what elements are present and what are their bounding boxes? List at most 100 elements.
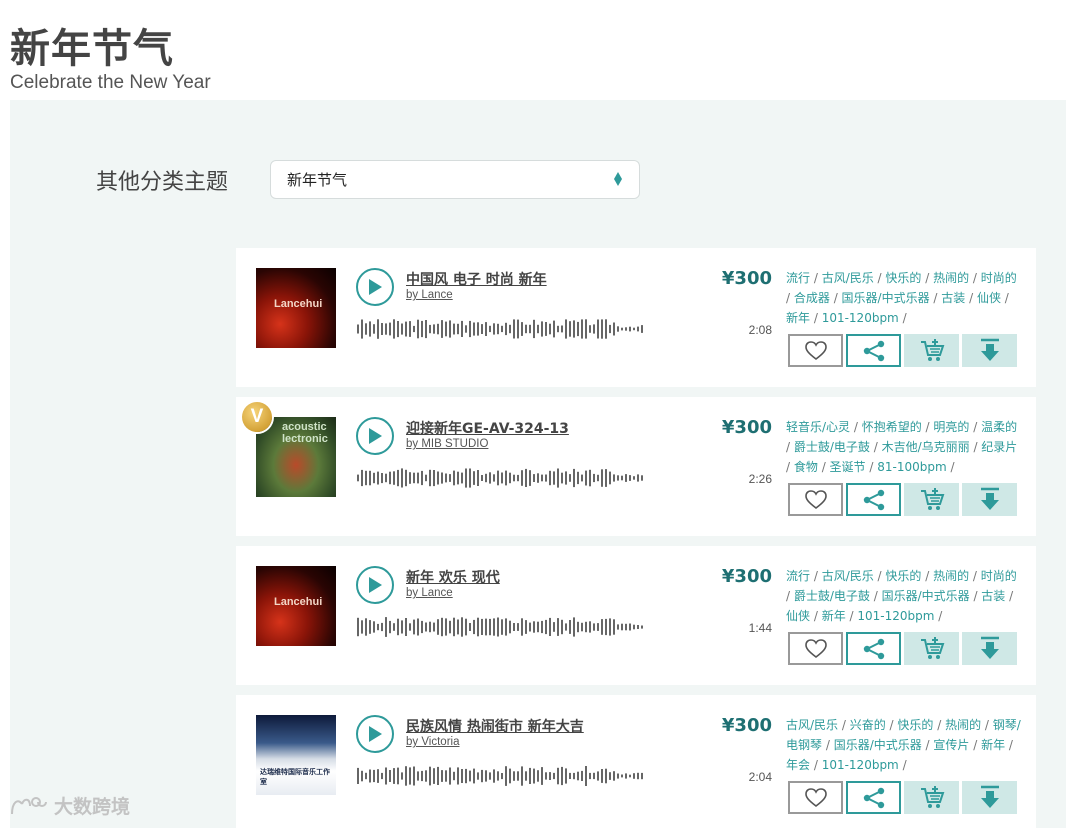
tag-link[interactable]: 热闹的 <box>945 718 981 732</box>
download-button[interactable] <box>962 781 1017 814</box>
tag-link[interactable]: 古装 <box>941 291 965 305</box>
tag-link[interactable]: 时尚的 <box>981 271 1017 285</box>
tag-link[interactable]: 81-100bpm <box>877 460 946 474</box>
favorite-button[interactable] <box>788 781 843 814</box>
track-title[interactable]: 民族风情 热闹街市 新年大吉 <box>406 716 584 736</box>
waveform-bar <box>561 325 563 333</box>
tag-link[interactable]: 仙侠 <box>977 291 1001 305</box>
tag-separator: / <box>786 589 794 603</box>
waveform-bar <box>377 623 379 631</box>
track-artist[interactable]: by Victoria <box>406 736 459 748</box>
waveform-bar <box>553 772 555 780</box>
add-to-cart-button[interactable] <box>904 483 959 516</box>
tag-link[interactable]: 木吉他/乌克丽丽 <box>882 440 970 454</box>
favorite-button[interactable] <box>788 483 843 516</box>
waveform-bar <box>417 472 419 484</box>
tag-link[interactable]: 快乐的 <box>885 271 921 285</box>
tag-link[interactable]: 兴奋的 <box>850 718 886 732</box>
waveform-bar <box>373 324 375 334</box>
share-button[interactable] <box>846 781 901 814</box>
tag-link[interactable]: 古风/民乐 <box>786 718 838 732</box>
tag-link[interactable]: 食物 <box>794 460 818 474</box>
play-button[interactable] <box>356 715 394 753</box>
track-title[interactable]: 中国风 电子 时尚 新年 <box>406 269 547 289</box>
waveform-bar <box>437 323 439 335</box>
tag-link[interactable]: 101-120bpm <box>822 311 899 325</box>
track-cover[interactable]: 达瑞维特国际音乐工作室 <box>256 715 336 795</box>
tag-link[interactable]: 轻音乐/心灵 <box>786 420 850 434</box>
waveform-bar <box>457 619 459 635</box>
tag-link[interactable]: 国乐器/中式乐器 <box>882 589 970 603</box>
favorite-button[interactable] <box>788 632 843 665</box>
tag-link[interactable]: 国乐器/中式乐器 <box>834 738 922 752</box>
share-button[interactable] <box>846 334 901 367</box>
tag-link[interactable]: 仙侠 <box>786 609 810 623</box>
add-to-cart-button[interactable] <box>904 781 959 814</box>
add-to-cart-button[interactable] <box>904 334 959 367</box>
category-select[interactable]: 新年节气 <box>270 160 640 199</box>
play-button[interactable] <box>356 417 394 455</box>
tag-link[interactable]: 热闹的 <box>933 569 969 583</box>
tag-separator: / <box>898 758 907 772</box>
track-artist[interactable]: by MIB STUDIO <box>406 438 488 450</box>
share-button[interactable] <box>846 632 901 665</box>
heart-icon <box>804 489 827 509</box>
waveform[interactable] <box>356 614 646 640</box>
waveform-bar <box>473 471 475 485</box>
waveform-bar <box>445 770 447 782</box>
tag-link[interactable]: 国乐器/中式乐器 <box>842 291 930 305</box>
tag-link[interactable]: 古风/民乐 <box>822 271 874 285</box>
tag-link[interactable]: 快乐的 <box>885 569 921 583</box>
play-icon <box>369 279 382 295</box>
track-artist[interactable]: by Lance <box>406 587 453 599</box>
tag-link[interactable]: 新年 <box>822 609 846 623</box>
waveform-bar <box>405 469 407 487</box>
track-cover[interactable]: acoustic lectronic <box>256 417 336 497</box>
waveform[interactable] <box>356 763 646 789</box>
tag-link[interactable]: 热闹的 <box>933 271 969 285</box>
share-button[interactable] <box>846 483 901 516</box>
tag-link[interactable]: 101-120bpm <box>857 609 934 623</box>
waveform-bar <box>417 771 419 781</box>
tag-link[interactable]: 流行 <box>786 569 810 583</box>
tag-link[interactable]: 爵士鼓/电子鼓 <box>794 440 870 454</box>
download-button[interactable] <box>962 334 1017 367</box>
play-button[interactable] <box>356 566 394 604</box>
track-artist[interactable]: by Lance <box>406 289 453 301</box>
add-to-cart-button[interactable] <box>904 632 959 665</box>
waveform[interactable] <box>356 465 646 491</box>
waveform-bar <box>581 770 583 781</box>
tag-link[interactable]: 合成器 <box>794 291 830 305</box>
tag-link[interactable]: 年会 <box>786 758 810 772</box>
tag-link[interactable]: 爵士鼓/电子鼓 <box>794 589 870 603</box>
tag-link[interactable]: 宣传片 <box>933 738 969 752</box>
track-title[interactable]: 新年 欢乐 现代 <box>406 567 500 587</box>
tag-link[interactable]: 怀抱希望的 <box>862 420 922 434</box>
tag-link[interactable]: 流行 <box>786 271 810 285</box>
download-button[interactable] <box>962 632 1017 665</box>
waveform[interactable] <box>356 316 646 342</box>
tag-link[interactable]: 明亮的 <box>933 420 969 434</box>
waveform-bar <box>533 474 535 482</box>
tag-link[interactable]: 纪录片 <box>981 440 1017 454</box>
cover-text: Lancehui <box>274 596 323 608</box>
waveform-bar <box>429 621 431 633</box>
tag-link[interactable]: 101-120bpm <box>822 758 899 772</box>
tag-link[interactable]: 圣诞节 <box>830 460 866 474</box>
waveform-bar <box>477 617 479 637</box>
track-title[interactable]: 迎接新年GE-AV-324-13 <box>406 418 569 438</box>
tag-link[interactable]: 古装 <box>981 589 1005 603</box>
play-button[interactable] <box>356 268 394 306</box>
waveform-bar <box>417 618 419 636</box>
tag-link[interactable]: 古风/民乐 <box>822 569 874 583</box>
waveform-bar <box>521 470 523 486</box>
track-cover[interactable]: Lancehui <box>256 566 336 646</box>
favorite-button[interactable] <box>788 334 843 367</box>
tag-link[interactable]: 快乐的 <box>897 718 933 732</box>
download-button[interactable] <box>962 483 1017 516</box>
track-cover[interactable]: Lancehui <box>256 268 336 348</box>
tag-link[interactable]: 温柔的 <box>981 420 1017 434</box>
tag-link[interactable]: 新年 <box>981 738 1005 752</box>
tag-link[interactable]: 时尚的 <box>981 569 1017 583</box>
tag-link[interactable]: 新年 <box>786 311 810 325</box>
